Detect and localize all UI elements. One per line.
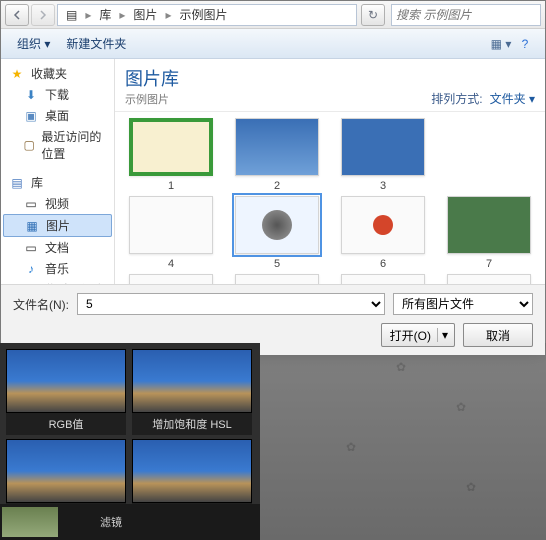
sidebar-item-pictures[interactable]: ▦图片	[3, 214, 112, 237]
search-box[interactable]	[391, 4, 541, 26]
open-dropdown-icon[interactable]: ▾	[437, 328, 452, 342]
sort-value-link[interactable]: 文件夹 ▾	[490, 92, 535, 106]
file-open-dialog: ▤▸ 库▸ 图片▸ 示例图片 ↻ 组织 ▾ 新建文件夹 ▦ ▾ ? ★收藏夹 ⬇…	[0, 0, 546, 343]
open-button[interactable]: 打开(O)▾	[381, 323, 455, 347]
crumb-lib-icon: ▤	[62, 8, 81, 22]
sort-label: 排列方式:	[431, 92, 482, 106]
document-icon: ▭	[23, 240, 39, 256]
thumb-item-8[interactable]: 梦想与现实	[129, 274, 213, 284]
effect-item-hsl[interactable]: 增加饱和度 HSL	[132, 349, 252, 435]
video-icon: ▭	[23, 196, 39, 212]
sidebar-item-downloads[interactable]: ⬇下载	[1, 84, 114, 105]
file-filter-dropdown[interactable]: 所有图片文件	[393, 293, 533, 315]
crumb-0[interactable]: 库	[95, 6, 115, 23]
sidebar-item-recent[interactable]: ▢最近访问的位置	[1, 126, 114, 164]
library-icon: ▤	[9, 175, 25, 191]
library-header: 图片库 示例图片 排列方式: 文件夹 ▾	[115, 59, 545, 112]
refresh-button[interactable]: ↻	[361, 4, 385, 26]
address-bar: ▤▸ 库▸ 图片▸ 示例图片 ↻	[1, 1, 545, 29]
timeline-strip: 滤镜	[0, 504, 260, 540]
strip-label: 滤镜	[100, 514, 122, 530]
nav-forward-button[interactable]	[31, 4, 55, 26]
filename-label: 文件名(N):	[13, 296, 69, 313]
youku-icon: ◉	[23, 282, 39, 285]
thumb-item-1[interactable]: 1	[129, 118, 213, 192]
thumb-item-7[interactable]: 7	[447, 196, 531, 270]
new-folder-button[interactable]: 新建文件夹	[58, 32, 134, 55]
sidebar-libraries[interactable]: ▤库	[1, 172, 114, 193]
crumb-1[interactable]: 图片	[129, 6, 161, 23]
nav-back-button[interactable]	[5, 4, 29, 26]
breadcrumb[interactable]: ▤▸ 库▸ 图片▸ 示例图片	[57, 4, 357, 26]
thumb-item-3[interactable]: 3	[341, 118, 425, 192]
crumb-2[interactable]: 示例图片	[175, 6, 231, 23]
sidebar-item-documents[interactable]: ▭文档	[1, 237, 114, 258]
search-input[interactable]	[396, 8, 536, 22]
view-mode-button[interactable]: ▦ ▾	[489, 33, 513, 55]
thumb-item-5[interactable]: 5	[235, 196, 319, 270]
thumb-item-10[interactable]: 梦想与现实	[341, 274, 425, 284]
sidebar-item-youku[interactable]: ◉优酷影视库	[1, 279, 114, 284]
help-button[interactable]: ?	[513, 33, 537, 55]
sidebar-item-videos[interactable]: ▭视频	[1, 193, 114, 214]
recent-icon: ▢	[23, 137, 35, 153]
download-icon: ⬇	[23, 87, 39, 103]
music-icon: ♪	[23, 261, 39, 277]
content-area: 图片库 示例图片 排列方式: 文件夹 ▾ 1 2 3 4 5 6	[115, 59, 545, 284]
picture-icon: ▦	[24, 218, 40, 234]
star-icon: ★	[9, 66, 25, 82]
thumb-item-6[interactable]: 6	[341, 196, 425, 270]
thumb-item-2[interactable]: 2	[235, 118, 319, 192]
desktop-icon: ▣	[23, 108, 39, 124]
thumb-item-11[interactable]: 第一课 中学时代	[447, 274, 531, 284]
effect-item-rgb[interactable]: RGB值	[6, 349, 126, 435]
sidebar-item-music[interactable]: ♪音乐	[1, 258, 114, 279]
thumbnail-grid: 1 2 3 4 5 6 7 梦想与现实 梦想与现实 梦想与现实 第一课 中学时代	[115, 112, 545, 284]
library-subtitle: 示例图片	[125, 91, 179, 107]
filename-input[interactable]: 5	[77, 293, 385, 315]
library-title: 图片库	[125, 69, 179, 89]
sidebar-favorites[interactable]: ★收藏夹	[1, 63, 114, 84]
thumb-item-9[interactable]: 梦想与现实	[235, 274, 319, 284]
sidebar-item-desktop[interactable]: ▣桌面	[1, 105, 114, 126]
thumb-item-4[interactable]: 4	[129, 196, 213, 270]
cancel-button[interactable]: 取消	[463, 323, 533, 347]
strip-thumb[interactable]	[2, 507, 58, 537]
toolbar: 组织 ▾ 新建文件夹 ▦ ▾ ?	[1, 29, 545, 59]
organize-button[interactable]: 组织 ▾	[9, 32, 58, 55]
sidebar: ★收藏夹 ⬇下载 ▣桌面 ▢最近访问的位置 ▤库 ▭视频 ▦图片 ▭文档 ♪音乐…	[1, 59, 115, 284]
